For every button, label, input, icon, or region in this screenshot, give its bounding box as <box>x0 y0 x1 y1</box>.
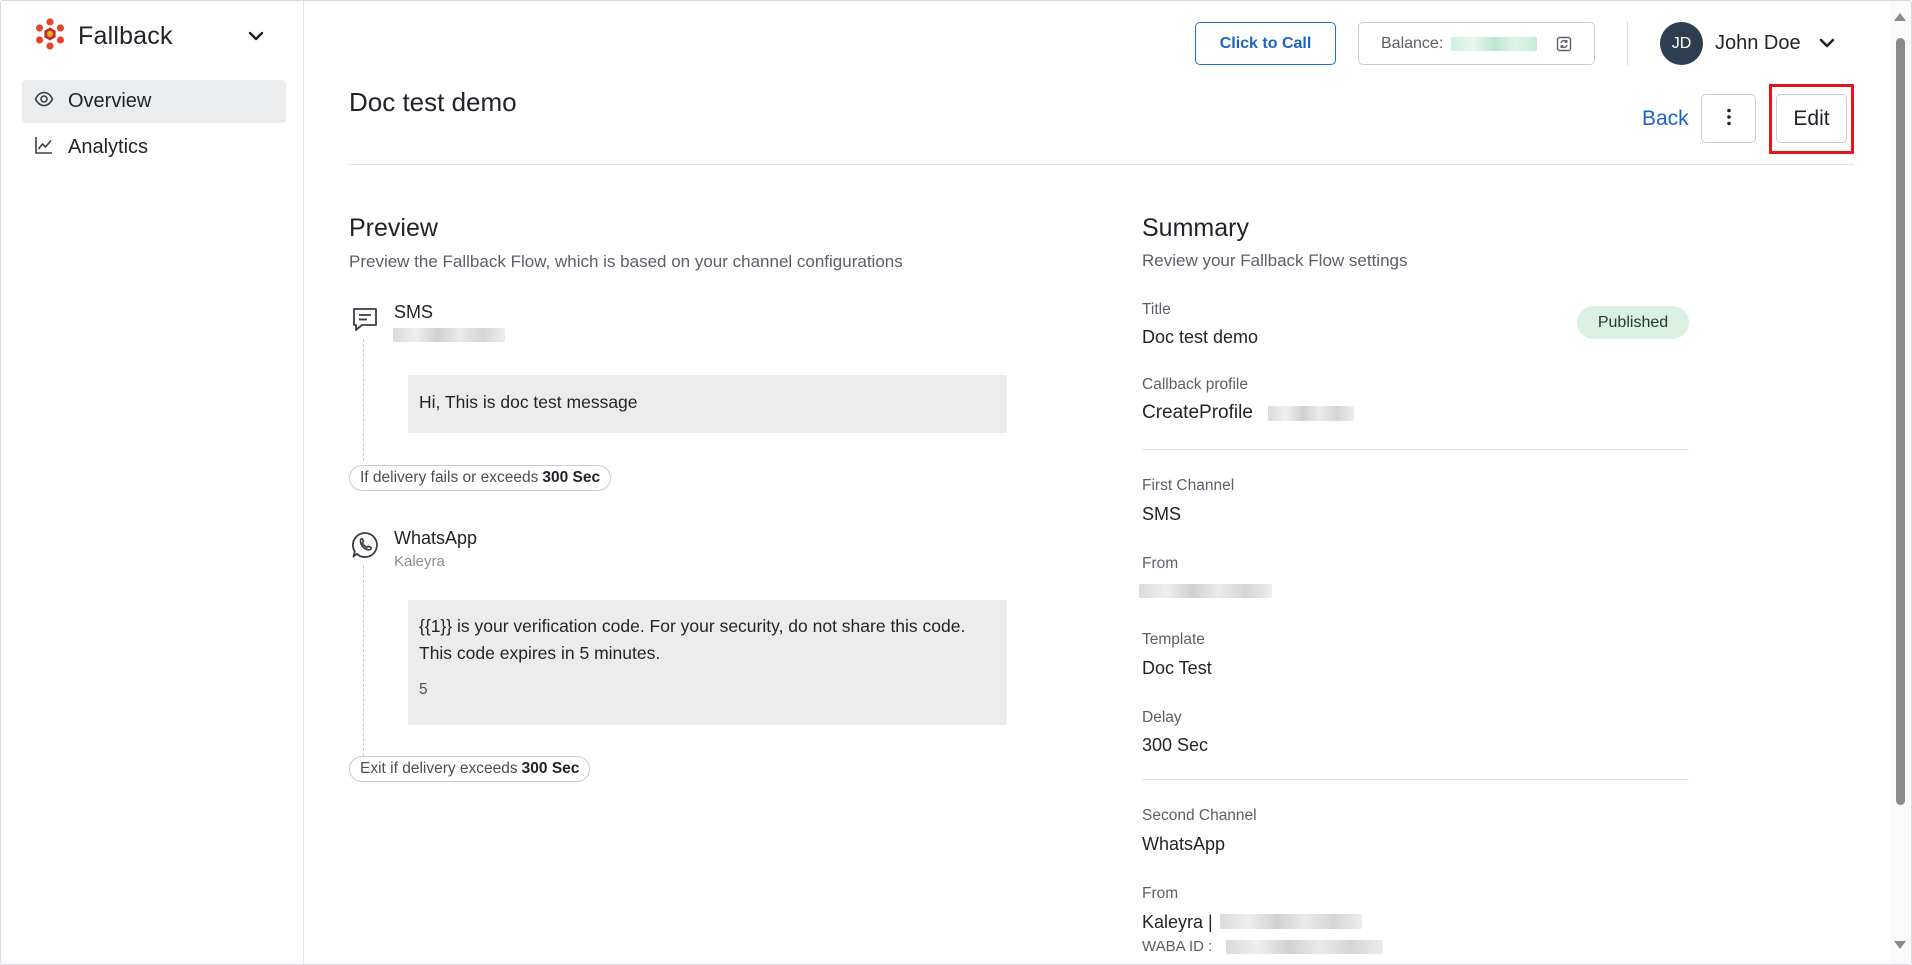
exit-text: Exit if delivery exceeds <box>360 760 518 777</box>
eye-icon <box>34 89 54 115</box>
whatsapp-message-footer: 5 <box>419 681 428 698</box>
callback-profile-label: Callback profile <box>1142 376 1248 393</box>
scrollbar[interactable] <box>1891 1 1911 964</box>
chevron-down-icon[interactable] <box>245 25 267 47</box>
avatar[interactable]: JD <box>1660 22 1703 65</box>
flow-connector <box>363 339 364 461</box>
summary-divider <box>1142 449 1689 450</box>
first-channel-name: SMS <box>394 302 434 322</box>
more-options-button[interactable] <box>1701 94 1756 143</box>
waba-id-redacted <box>1226 940 1383 954</box>
fallback-condition-pill: If delivery fails or exceeds 300 Sec <box>349 465 612 491</box>
second-channel-sender: Kaleyra <box>394 553 445 570</box>
condition-text: If delivery fails or exceeds <box>360 469 539 486</box>
delay-value: 300 Sec <box>1142 735 1209 755</box>
balance-label: Balance: <box>1381 34 1444 52</box>
summary-divider <box>1142 779 1689 780</box>
page-title: Doc test demo <box>349 87 517 117</box>
sidebar-item-overview[interactable]: Overview <box>22 80 286 123</box>
template-value: Doc Test <box>1142 658 1212 678</box>
waba-id-label: WABA ID : <box>1142 938 1213 955</box>
sms-sender-redacted <box>393 328 505 342</box>
first-from-redacted <box>1139 584 1272 598</box>
brand[interactable]: Fallback <box>34 17 173 55</box>
flow-connector <box>363 565 364 756</box>
summary-title: Summary <box>1142 214 1249 242</box>
condition-value: 300 Sec <box>542 469 601 486</box>
header-divider-line <box>349 164 1854 165</box>
edit-button[interactable]: Edit <box>1776 94 1847 143</box>
callback-profile-value: CreateProfile <box>1142 402 1253 423</box>
chart-line-icon <box>34 135 54 161</box>
callback-profile-redacted <box>1268 406 1354 421</box>
whatsapp-icon <box>350 530 380 560</box>
kebab-menu-icon <box>1726 107 1732 130</box>
user-name[interactable]: John Doe <box>1715 32 1801 55</box>
whatsapp-message-line-1: {{1}} is your verification code. For you… <box>419 616 966 636</box>
second-channel-label: Second Channel <box>1142 807 1257 824</box>
exit-value: 300 Sec <box>521 760 580 777</box>
sidebar-item-label: Overview <box>68 90 152 112</box>
sms-message-text: Hi, This is doc test message <box>419 392 638 412</box>
preview-subtitle: Preview the Fallback Flow, which is base… <box>349 252 903 271</box>
from-label: From <box>1142 885 1179 902</box>
first-channel-label: First Channel <box>1142 477 1235 494</box>
sms-icon <box>350 304 380 334</box>
balance-display: Balance: <box>1358 22 1595 65</box>
chevron-down-icon[interactable] <box>1816 32 1838 54</box>
whatsapp-message-preview: {{1}} is your verification code. For you… <box>408 600 1007 725</box>
from-label: From <box>1142 555 1179 572</box>
header-divider <box>1627 22 1628 65</box>
second-channel-value: WhatsApp <box>1142 834 1226 854</box>
fallback-logo-icon <box>34 17 66 55</box>
first-channel-value: SMS <box>1142 504 1182 524</box>
scroll-up-arrow[interactable] <box>1894 13 1906 21</box>
status-badge: Published <box>1577 306 1689 339</box>
scroll-down-arrow[interactable] <box>1894 941 1906 949</box>
sidebar: Fallback Overview Analytics <box>1 1 304 964</box>
brand-name: Fallback <box>78 21 173 50</box>
title-value: Doc test demo <box>1142 327 1259 347</box>
whatsapp-message-line-2: This code expires in 5 minutes. <box>419 643 661 663</box>
refresh-icon[interactable] <box>1555 35 1573 53</box>
preview-title: Preview <box>349 214 438 242</box>
balance-value-redacted <box>1451 36 1538 51</box>
summary-subtitle: Review your Fallback Flow settings <box>1142 251 1408 270</box>
back-link[interactable]: Back <box>1642 107 1689 131</box>
second-from-redacted <box>1220 914 1362 929</box>
sms-message-preview: Hi, This is doc test message <box>408 375 1007 433</box>
app-window: Fallback Overview Analytics Click to Cal… <box>0 0 1912 965</box>
delay-label: Delay <box>1142 709 1182 726</box>
template-label: Template <box>1142 631 1205 648</box>
second-channel-name: WhatsApp <box>394 528 478 548</box>
title-label: Title <box>1142 301 1171 318</box>
sidebar-item-label: Analytics <box>68 136 149 158</box>
exit-condition-pill: Exit if delivery exceeds 300 Sec <box>349 756 591 782</box>
scroll-thumb[interactable] <box>1896 38 1905 805</box>
sidebar-item-analytics[interactable]: Analytics <box>22 126 286 169</box>
click-to-call-button[interactable]: Click to Call <box>1195 22 1336 65</box>
second-from-value: Kaleyra | <box>1142 912 1213 932</box>
